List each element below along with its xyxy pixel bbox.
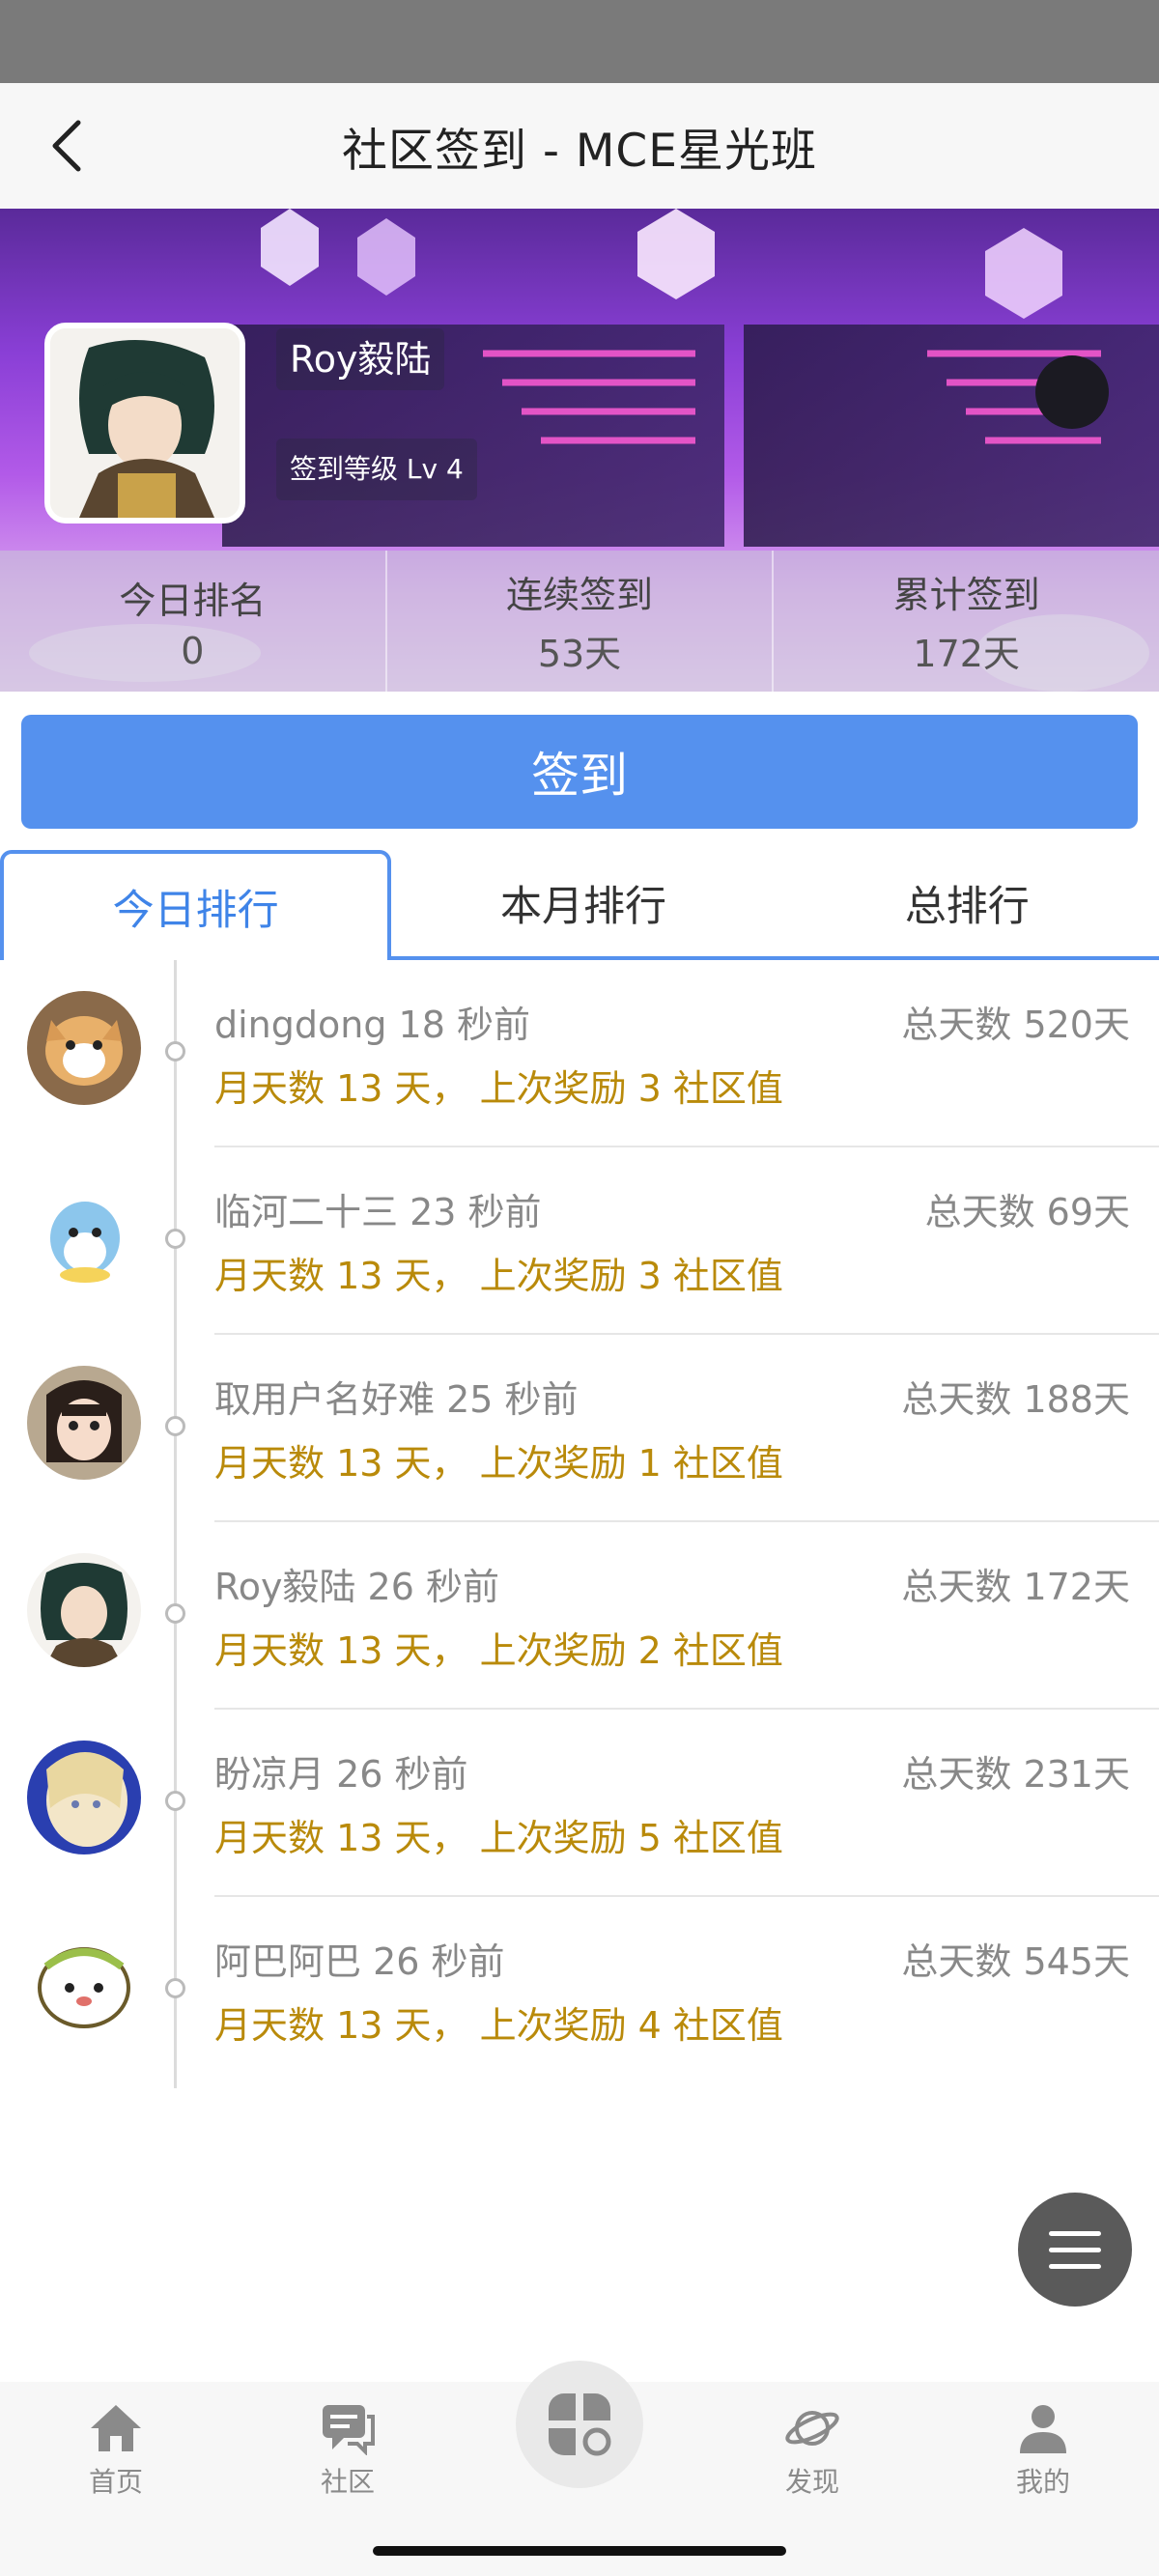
month-detail: 月天数 13 天， 上次奖励 3 社区值 — [214, 1255, 783, 1297]
month-detail: 月天数 13 天， 上次奖励 2 社区值 — [214, 1629, 783, 1672]
list-item[interactable]: 阿巴阿巴 26 秒前 总天数 545天 月天数 13 天， 上次奖励 4 社区值 — [0, 1897, 1159, 2084]
tabbar-item-community[interactable]: 社区 — [280, 2401, 415, 2517]
month-detail: 月天数 13 天， 上次奖励 1 社区值 — [214, 1442, 783, 1485]
month-detail: 月天数 13 天， 上次奖励 3 社区值 — [214, 1067, 783, 1110]
chevron-left-icon — [52, 120, 81, 172]
list-item[interactable]: 取用户名好难 25 秒前 总天数 188天 月天数 13 天， 上次奖励 1 社… — [0, 1335, 1159, 1522]
menu-icon — [1049, 2230, 1101, 2236]
stat-label: 累计签到 — [892, 574, 1040, 616]
total-days: 总天数 172天 — [901, 1566, 1130, 1608]
user-time: dingdong 18 秒前 — [214, 1004, 530, 1046]
back-button[interactable] — [33, 112, 100, 180]
timeline-dot — [165, 1603, 185, 1624]
user-time: 取用户名好难 25 秒前 — [214, 1378, 579, 1421]
checkin-level: 签到等级 Lv 4 — [276, 439, 477, 500]
planet-icon — [785, 2411, 839, 2446]
user-time: 盼凉月 26 秒前 — [214, 1753, 468, 1796]
list-item[interactable]: Roy毅陆 26 秒前 总天数 172天 月天数 13 天， 上次奖励 2 社区… — [0, 1522, 1159, 1710]
stat-value: 0 — [181, 629, 205, 672]
stat-total: 累计签到 172天 — [772, 551, 1159, 692]
total-days: 总天数 545天 — [901, 1940, 1130, 1983]
month-detail: 月天数 13 天， 上次奖励 5 社区值 — [214, 1817, 783, 1859]
month-detail: 月天数 13 天， 上次奖励 4 社区值 — [214, 2004, 783, 2047]
user-time: 阿巴阿巴 26 秒前 — [214, 1940, 505, 1983]
tabbar-label: 首页 — [88, 2466, 143, 2498]
user-avatar[interactable] — [44, 323, 245, 524]
tabbar-item-me[interactable]: 我的 — [975, 2401, 1111, 2517]
list-item[interactable]: dingdong 18 秒前 总天数 520天 月天数 13 天， 上次奖励 3… — [0, 960, 1159, 1147]
stats-bar: 今日排名 0 连续签到 53天 累计签到 172天 — [0, 551, 1159, 692]
home-indicator — [373, 2546, 786, 2556]
stat-value: 53天 — [537, 633, 622, 675]
avatar[interactable] — [27, 991, 141, 1105]
stat-label: 今日排名 — [119, 579, 267, 622]
list-item[interactable]: 临河二十三 23 秒前 总天数 69天 月天数 13 天， 上次奖励 3 社区值 — [0, 1147, 1159, 1335]
nav-bar: 社区签到 - MCE星光班 — [0, 83, 1159, 209]
menu-fab-button[interactable] — [1018, 2193, 1132, 2307]
menu-icon — [1049, 2263, 1101, 2269]
list-item[interactable]: 盼凉月 26 秒前 总天数 231天 月天数 13 天， 上次奖励 5 社区值 — [0, 1710, 1159, 1897]
page-title: 社区签到 - MCE星光班 — [342, 124, 817, 178]
avatar[interactable] — [27, 1178, 141, 1292]
stat-streak: 连续签到 53天 — [384, 551, 773, 692]
tab-today[interactable]: 今日排行 — [0, 850, 392, 960]
tabbar-label: 发现 — [784, 2466, 839, 2498]
user-time: Roy毅陆 26 秒前 — [214, 1566, 499, 1608]
timeline-dot — [165, 1041, 185, 1062]
total-days: 总天数 520天 — [901, 1004, 1130, 1046]
profile-banner: Roy毅陆 签到等级 Lv 4 今日排名 0 连续签到 53天 累计签到 172… — [0, 209, 1159, 692]
apps-icon — [549, 2393, 611, 2456]
avatar[interactable] — [27, 1741, 141, 1854]
tab-month[interactable]: 本月排行 — [391, 850, 776, 960]
stat-today-rank: 今日排名 0 — [0, 551, 385, 692]
menu-icon — [1049, 2247, 1101, 2252]
total-days: 总天数 188天 — [901, 1378, 1130, 1421]
timeline-dot — [165, 1978, 185, 1998]
ranking-list: dingdong 18 秒前 总天数 520天 月天数 13 天， 上次奖励 3… — [0, 960, 1159, 2090]
tabbar-item-apps[interactable] — [516, 2361, 643, 2488]
tabbar-label: 社区 — [320, 2466, 375, 2498]
checkin-button[interactable]: 签到 — [21, 715, 1138, 829]
timeline-dot — [165, 1791, 185, 1811]
user-time: 临河二十三 23 秒前 — [214, 1191, 542, 1233]
total-days: 总天数 69天 — [924, 1191, 1130, 1233]
status-bar — [0, 0, 1159, 83]
ranking-tabs: 今日排行 本月排行 总排行 — [0, 850, 1159, 960]
stat-value: 172天 — [913, 633, 1020, 675]
home-icon — [91, 2405, 141, 2451]
stat-label: 连续签到 — [506, 574, 654, 616]
user-avatar-image — [50, 328, 240, 518]
timeline-dot — [165, 1416, 185, 1436]
tabbar-label: 我的 — [1015, 2466, 1070, 2498]
total-days: 总天数 231天 — [901, 1753, 1130, 1796]
chat-icon — [323, 2405, 375, 2455]
tabbar-item-discover[interactable]: 发现 — [745, 2401, 880, 2517]
avatar[interactable] — [27, 1366, 141, 1480]
avatar[interactable] — [27, 1553, 141, 1667]
tab-total[interactable]: 总排行 — [775, 850, 1159, 960]
avatar[interactable] — [27, 1928, 141, 2042]
user-name: Roy毅陆 — [276, 328, 445, 390]
timeline-dot — [165, 1229, 185, 1249]
tabbar-item-home[interactable]: 首页 — [48, 2401, 184, 2517]
user-icon — [1020, 2405, 1066, 2453]
